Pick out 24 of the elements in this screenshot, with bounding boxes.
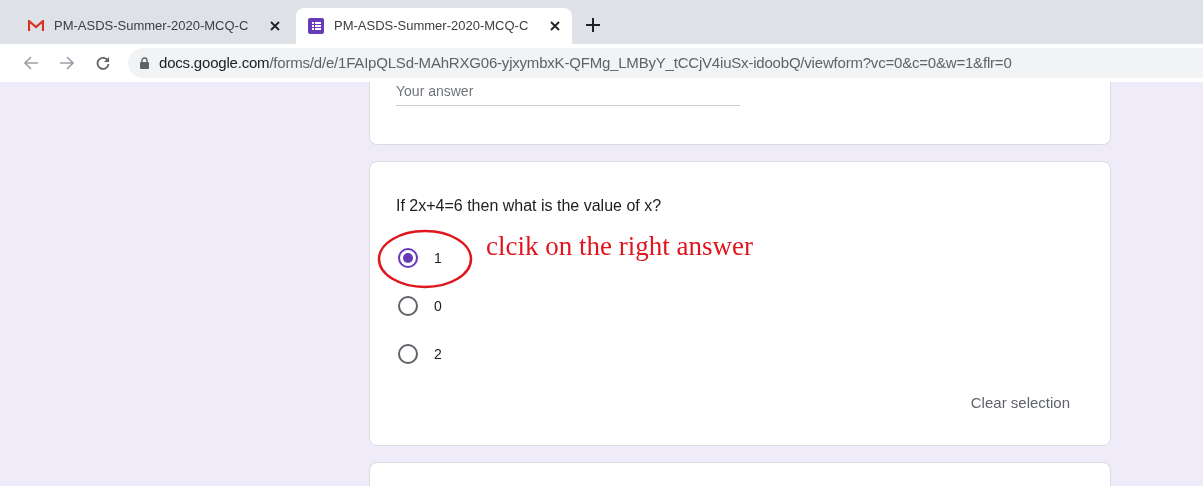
tab-title: PM-ASDS-Summer-2020-MCQ-C	[334, 17, 530, 36]
question-text: If 2x+4=6 then what is the value of x?	[396, 196, 663, 216]
browser-tab[interactable]: PM-ASDS-Summer-2020-MCQ-C	[296, 8, 572, 44]
reload-icon[interactable]	[96, 56, 110, 70]
close-icon[interactable]	[270, 21, 280, 31]
option-label: 1	[434, 248, 442, 268]
url-text: docs.google.com/forms/d/e/1FAIpQLSd-MAhRXG06-yjxymbxK-QFMg_LMByY_tCCjV4iuSx-idoobQ/viewform?vc=0&c=0&w=1&flr=0	[159, 52, 1012, 73]
radio-button[interactable]	[398, 296, 418, 316]
tab-title: PM-ASDS-Summer-2020-MCQ-C	[54, 17, 250, 36]
mail-icon	[28, 20, 44, 32]
answer-field[interactable]: Your answer	[396, 82, 740, 106]
option-label: 2	[434, 344, 442, 364]
new-tab-icon[interactable]	[586, 18, 600, 32]
option-label: 0	[434, 296, 442, 316]
forward-icon[interactable]	[60, 56, 74, 70]
clear-selection-button[interactable]: Clear selection	[968, 392, 1072, 415]
radio-button[interactable]	[398, 344, 418, 364]
list-icon	[308, 18, 324, 34]
radio-button[interactable]	[398, 248, 418, 268]
annotation-text: clcik on the right answer	[486, 230, 753, 263]
lock-icon	[140, 57, 149, 69]
address-bar[interactable]: docs.google.com/forms/d/e/1FAIpQLSd-MAhRXG06-yjxymbxK-QFMg_LMByY_tCCjV4iuSx-idoobQ/viewform?vc=0&c=0&w=1&flr=0	[128, 48, 1203, 78]
close-icon[interactable]	[550, 21, 560, 31]
back-icon[interactable]	[24, 56, 38, 70]
